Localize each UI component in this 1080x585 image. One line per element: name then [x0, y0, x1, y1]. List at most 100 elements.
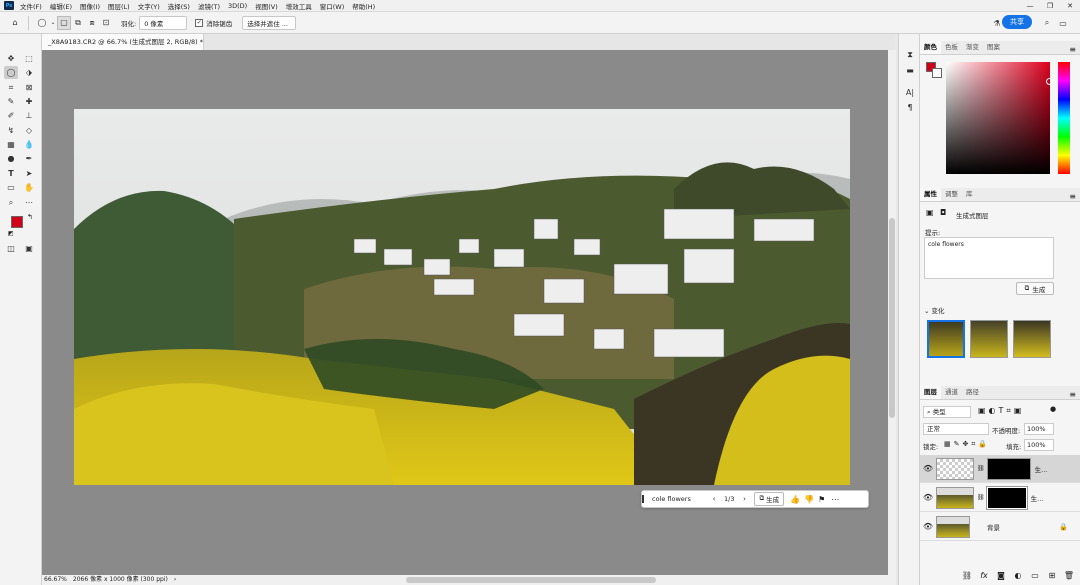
- paragraph-icon[interactable]: ¶: [903, 101, 917, 114]
- brush-tool-icon[interactable]: ✐: [4, 109, 18, 122]
- menu-file[interactable]: 文件(F): [20, 1, 42, 11]
- chevron-right-icon[interactable]: ›: [174, 575, 176, 585]
- lock-icons[interactable]: ▦✎✥⌗🔒: [944, 440, 990, 449]
- menu-type[interactable]: 文字(Y): [138, 1, 160, 11]
- search-icon[interactable]: ⌕: [1040, 16, 1054, 30]
- move-tool-icon[interactable]: ✥: [4, 52, 18, 65]
- prompt-text[interactable]: cole flowers: [642, 495, 702, 503]
- new-selection-icon[interactable]: ▢: [57, 15, 71, 30]
- layer-row[interactable]: 👁 ⛓ 生...: [920, 484, 1080, 512]
- healing-tool-icon[interactable]: ✚: [22, 95, 36, 108]
- group-icon[interactable]: ▭: [1028, 571, 1042, 580]
- trash-icon[interactable]: 🗑: [1062, 571, 1076, 580]
- layer-row[interactable]: 👁 ⛓ 生...: [920, 455, 1080, 483]
- tab-properties[interactable]: 属性: [920, 188, 941, 201]
- workspace-icon[interactable]: ▭: [1056, 16, 1070, 30]
- eraser-tool-icon[interactable]: ◇: [22, 124, 36, 137]
- restore-icon[interactable]: ❐: [1040, 0, 1060, 12]
- pen-tool-icon[interactable]: ✒: [22, 152, 36, 165]
- stamp-tool-icon[interactable]: ⊥: [22, 109, 36, 122]
- prompt-input[interactable]: cole flowers: [924, 237, 1054, 279]
- menu-3d[interactable]: 3D(D): [228, 2, 247, 10]
- tab-adjustments[interactable]: 调整: [941, 188, 962, 201]
- document-tab[interactable]: _X8A9183.CR2 @ 66.7% (生成式图层 2, RGB/8) * …: [42, 34, 204, 62]
- subtract-selection-icon[interactable]: ⧈: [85, 16, 99, 30]
- close-icon[interactable]: ✕: [1060, 0, 1080, 12]
- more-tools-icon[interactable]: ⋯: [22, 196, 36, 209]
- flag-icon[interactable]: ⚑: [818, 495, 825, 504]
- previous-icon[interactable]: ‹: [708, 495, 720, 503]
- select-and-mask-button[interactable]: 选择并遮住 ...: [242, 15, 297, 30]
- frame-tool-icon[interactable]: ⊠: [22, 81, 36, 94]
- feather-input[interactable]: 0 像素: [139, 15, 188, 30]
- menu-image[interactable]: 图像(I): [80, 1, 100, 11]
- panel-menu-icon[interactable]: ≡: [1069, 390, 1076, 399]
- menu-edit[interactable]: 编辑(E): [50, 1, 72, 11]
- path-select-icon[interactable]: ➤: [22, 167, 36, 180]
- add-selection-icon[interactable]: ⧉: [71, 16, 85, 30]
- antialias-checkbox[interactable]: ✓: [195, 18, 204, 27]
- layer-filter-icons[interactable]: ▣◐T⌗▣: [978, 406, 1025, 416]
- gradient-tool-icon[interactable]: ▦: [4, 138, 18, 151]
- variation-thumbnail-2[interactable]: [970, 320, 1008, 358]
- intersect-selection-icon[interactable]: ⊡: [99, 16, 113, 30]
- object-select-tool-icon[interactable]: ⬗: [22, 66, 36, 79]
- lasso-tool-icon[interactable]: ◯: [4, 66, 18, 79]
- chevron-down-icon[interactable]: ⌄: [49, 16, 57, 30]
- link-layers-icon[interactable]: ⛓: [960, 571, 974, 580]
- menu-window[interactable]: 窗口(W): [320, 1, 345, 11]
- menu-view[interactable]: 视图(V): [255, 1, 278, 11]
- quick-mask-icon[interactable]: ◫: [4, 242, 18, 255]
- default-colors-icon[interactable]: ◩: [8, 230, 14, 237]
- zoom-tool-icon[interactable]: ⌕: [4, 196, 18, 209]
- filter-toggle-icon[interactable]: ●: [1050, 405, 1056, 413]
- menu-layer[interactable]: 图层(L): [108, 1, 130, 11]
- share-button[interactable]: 共享: [1002, 15, 1032, 29]
- swap-colors-icon[interactable]: ↰: [27, 213, 33, 221]
- marquee-tool-icon[interactable]: ⬚: [22, 52, 36, 65]
- eyedropper-tool-icon[interactable]: ✎: [4, 95, 18, 108]
- rectangle-tool-icon[interactable]: ▭: [4, 181, 18, 194]
- layer-row[interactable]: 👁 背景 🔒: [920, 513, 1080, 541]
- menu-select[interactable]: 选择(S): [168, 1, 190, 11]
- variation-thumbnail-3[interactable]: [1013, 320, 1051, 358]
- character-icon[interactable]: A|: [903, 86, 917, 99]
- blur-tool-icon[interactable]: 💧: [22, 138, 36, 151]
- blend-mode-select[interactable]: 正常: [923, 423, 989, 435]
- layer-mask-thumbnail[interactable]: [986, 457, 1031, 480]
- history-icon[interactable]: ⧗: [903, 48, 917, 61]
- menu-filter[interactable]: 滤镜(T): [198, 1, 220, 11]
- color-field[interactable]: [946, 62, 1050, 174]
- foreground-color-swatch[interactable]: [11, 216, 23, 228]
- tab-paths[interactable]: 路径: [962, 386, 983, 399]
- generate-button[interactable]: ⧉ 生成: [754, 492, 785, 506]
- next-icon[interactable]: ›: [738, 495, 750, 503]
- menu-plugins[interactable]: 增效工具: [286, 1, 312, 11]
- background-swatch[interactable]: [932, 68, 942, 78]
- tab-color[interactable]: 颜色: [920, 41, 941, 54]
- tab-gradients[interactable]: 渐变: [962, 41, 983, 54]
- generate-button[interactable]: ⧉ 生成: [1016, 282, 1054, 295]
- menu-help[interactable]: 帮助(H): [352, 1, 375, 11]
- vertical-scroll-thumb[interactable]: [889, 218, 895, 418]
- minimize-icon[interactable]: —: [1020, 0, 1040, 12]
- panel-menu-icon[interactable]: ≡: [1069, 45, 1076, 54]
- opacity-input[interactable]: 100%: [1024, 423, 1054, 435]
- layer-mask-thumbnail[interactable]: [985, 485, 1028, 510]
- add-mask-icon[interactable]: ◙: [994, 571, 1008, 580]
- variation-thumbnail-1[interactable]: [927, 320, 965, 358]
- tab-layers[interactable]: 图层: [920, 386, 941, 399]
- eye-icon[interactable]: 👁: [920, 464, 936, 473]
- tab-patterns[interactable]: 图案: [983, 41, 1004, 54]
- thumbs-down-icon[interactable]: 👎: [804, 495, 814, 504]
- type-tool-icon[interactable]: T: [4, 167, 18, 180]
- fx-icon[interactable]: fx: [977, 571, 991, 580]
- layer-filter-select[interactable]: ⌕ 类型: [923, 406, 971, 418]
- panel-menu-icon[interactable]: ≡: [1069, 192, 1076, 201]
- hand-tool-icon[interactable]: ✋: [22, 181, 36, 194]
- dodge-tool-icon[interactable]: ●: [4, 152, 18, 165]
- tab-swatches[interactable]: 色板: [941, 41, 962, 54]
- adjustment-layer-icon[interactable]: ◐: [1011, 571, 1025, 580]
- history-brush-icon[interactable]: ↯: [4, 124, 18, 137]
- horizontal-scroll-thumb[interactable]: [406, 577, 656, 583]
